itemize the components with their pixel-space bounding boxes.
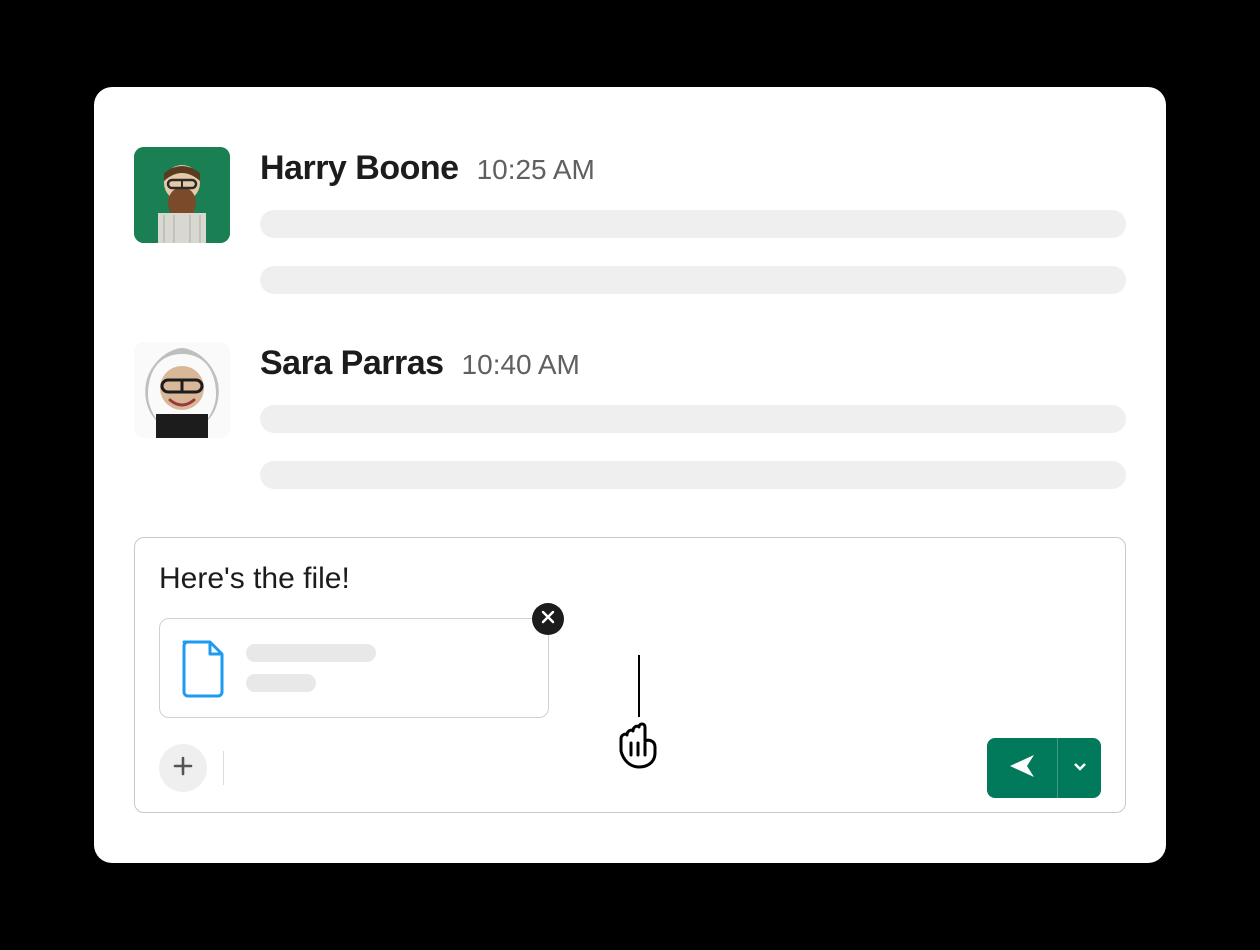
message-text-placeholder	[260, 461, 1126, 489]
chevron-down-icon	[1072, 758, 1088, 779]
message-text-placeholder	[260, 210, 1126, 238]
file-attachment[interactable]	[159, 618, 549, 718]
file-icon	[178, 638, 228, 698]
message-text-placeholder	[260, 405, 1126, 433]
message-composer[interactable]: Here's the file!	[134, 537, 1126, 813]
sender-name[interactable]: Harry Boone	[260, 149, 459, 188]
timestamp: 10:40 AM	[462, 349, 580, 381]
file-meta-placeholder	[246, 674, 316, 692]
composer-input-text[interactable]: Here's the file!	[159, 562, 1101, 596]
toolbar-divider	[223, 751, 224, 785]
plus-icon	[172, 755, 194, 782]
message-row: Sara Parras 10:40 AM	[134, 342, 1126, 489]
add-attachment-button[interactable]	[159, 744, 207, 792]
composer-toolbar	[159, 738, 1101, 798]
message-row: Harry Boone 10:25 AM	[134, 147, 1126, 294]
avatar[interactable]	[134, 147, 230, 243]
chat-card: Harry Boone 10:25 AM Sara Parras 10:40 A…	[94, 87, 1166, 863]
remove-attachment-button[interactable]	[532, 603, 564, 635]
message-text-placeholder	[260, 266, 1126, 294]
send-icon	[1007, 751, 1037, 786]
file-name-placeholder	[246, 644, 376, 662]
close-icon	[541, 610, 555, 629]
avatar[interactable]	[134, 342, 230, 438]
send-button-main[interactable]	[987, 738, 1057, 798]
send-button[interactable]	[987, 738, 1101, 798]
timestamp: 10:25 AM	[477, 154, 595, 186]
sender-name[interactable]: Sara Parras	[260, 344, 444, 383]
send-options-button[interactable]	[1057, 738, 1101, 798]
